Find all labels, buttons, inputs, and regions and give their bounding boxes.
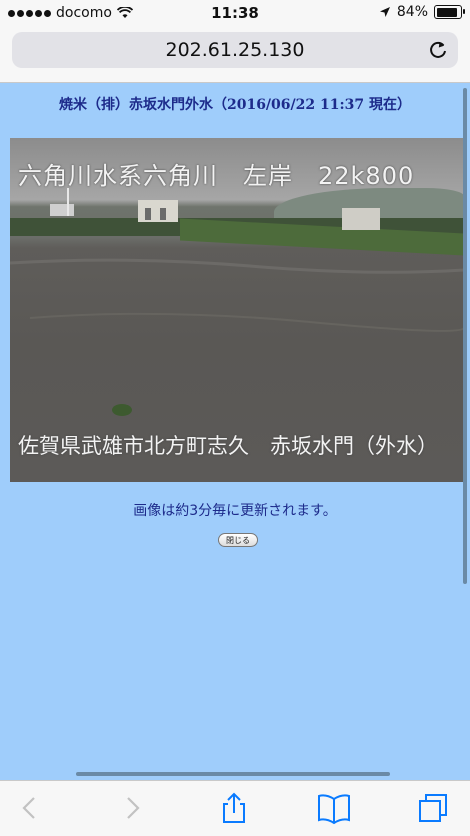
- camera-address-label: 佐賀県武雄市北方町志久 赤坂水門（外水）: [18, 434, 438, 458]
- update-note: 画像は約3分毎に更新されます。: [133, 503, 337, 519]
- url-text[interactable]: 202.61.25.130: [12, 39, 458, 61]
- battery-percent: 84%: [396, 4, 428, 20]
- camera-image: 六角川水系六角川 左岸 22k800 佐賀県武雄市北方町志久 赤坂水門（外水）: [10, 138, 464, 482]
- back-icon[interactable]: [12, 791, 48, 825]
- camera-location-label: 六角川水系六角川 左岸 22k800: [18, 162, 415, 190]
- page-title: 焼米（排）赤坂水門外水（2016/06/22 11:37 現在）: [58, 97, 412, 113]
- share-icon[interactable]: [216, 791, 252, 825]
- battery-group: 84%: [379, 4, 465, 20]
- bookmarks-icon[interactable]: [316, 791, 352, 825]
- browser-toolbar: [0, 780, 470, 836]
- browser-top-bar: docomo 11:38 84% 202.61.25.130: [0, 0, 470, 83]
- address-bar[interactable]: 202.61.25.130: [12, 32, 458, 68]
- horizontal-scrollbar[interactable]: [76, 772, 390, 776]
- reload-icon[interactable]: [428, 39, 448, 61]
- forward-icon[interactable]: [114, 791, 150, 825]
- vertical-scrollbar[interactable]: [463, 88, 467, 584]
- tabs-icon[interactable]: [416, 791, 452, 825]
- status-bar: docomo 11:38 84%: [0, 0, 470, 26]
- battery-icon: [434, 5, 465, 19]
- close-button[interactable]: 閉じる: [218, 533, 258, 547]
- location-icon: [379, 7, 390, 17]
